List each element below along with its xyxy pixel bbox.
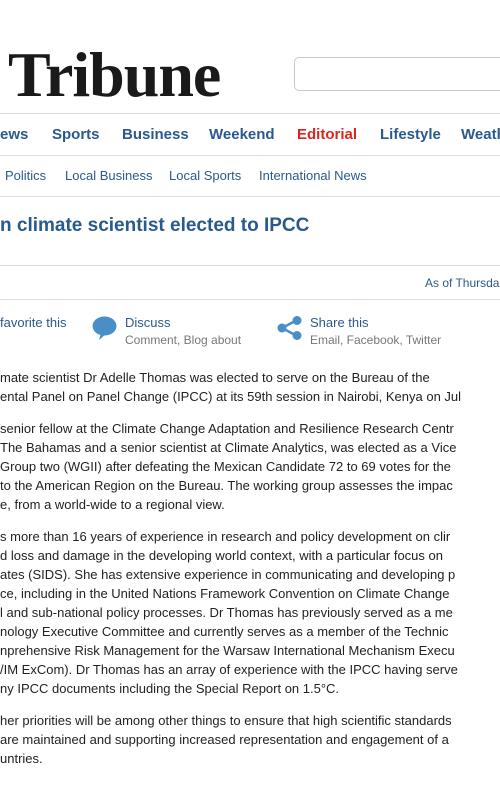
article-headline: n climate scientist elected to IPCC	[0, 215, 310, 236]
article-line: nology Executive Committee and currently…	[0, 624, 449, 639]
article-line: ny IPCC documents including the Special …	[0, 681, 340, 696]
search-input[interactable]	[294, 57, 500, 91]
article-line: mate scientist Dr Adelle Thomas was elec…	[0, 370, 430, 385]
share-label[interactable]: Share this	[310, 315, 441, 331]
share-action[interactable]: Share this Email, Facebook, Twitter	[310, 315, 441, 348]
speech-bubble-icon[interactable]	[92, 316, 117, 340]
masthead-logo[interactable]: Tribune	[8, 40, 221, 110]
article-line: her priorities will be among other thing…	[0, 713, 452, 728]
nav-news[interactable]: ews	[0, 125, 28, 145]
divider	[0, 113, 500, 114]
article-paragraph: senior fellow at the Climate Change Adap…	[0, 419, 500, 514]
favorite-label[interactable]: favorite this	[0, 315, 66, 331]
article-line: l and sub-national policy processes. Dr …	[0, 605, 453, 620]
nav-lifestyle[interactable]: Lifestyle	[380, 125, 441, 145]
article-line: ce, including in the United Nations Fram…	[0, 586, 450, 601]
divider	[0, 265, 500, 266]
article-line: ental Panel on Panel Change (IPCC) at it…	[0, 389, 462, 404]
divider	[0, 196, 500, 197]
article-paragraph: s more than 16 years of experience in re…	[0, 527, 500, 698]
share-icon[interactable]	[277, 316, 303, 340]
nav-business[interactable]: Business	[122, 125, 189, 145]
article-line: nprehensive Risk Management for the Wars…	[0, 643, 455, 658]
favorite-action[interactable]: favorite this	[0, 315, 66, 331]
article-line: are maintained and supporting increased …	[0, 732, 449, 747]
article-line: e, from a world-wide to a regional view.	[0, 497, 225, 512]
subnav-politics[interactable]: Politics	[5, 167, 46, 185]
discuss-action[interactable]: Discuss Comment, Blog about	[125, 315, 241, 348]
divider	[0, 155, 500, 156]
subnav-international-news[interactable]: International News	[259, 167, 367, 185]
article-line: d loss and damage in the developing worl…	[0, 548, 443, 563]
nav-sports[interactable]: Sports	[52, 125, 100, 145]
nav-weather[interactable]: Weath	[461, 125, 500, 145]
article-line: /IM ExCom). Dr Thomas has an array of ex…	[0, 662, 458, 677]
article-date: As of Thursda	[425, 276, 500, 290]
article-paragraph: mate scientist Dr Adelle Thomas was elec…	[0, 368, 500, 406]
article-line: Group two (WGII) after defeating the Mex…	[0, 459, 451, 474]
discuss-label[interactable]: Discuss	[125, 315, 241, 331]
share-sublabel: Email, Facebook, Twitter	[310, 333, 442, 347]
divider	[0, 299, 500, 300]
article-line: s more than 16 years of experience in re…	[0, 529, 451, 544]
nav-weekend[interactable]: Weekend	[209, 125, 275, 145]
article-line: ates (SIDS). She has extensive experienc…	[0, 567, 456, 582]
article-line: The Bahamas and a senior scientist at Cl…	[0, 440, 457, 455]
article-body: mate scientist Dr Adelle Thomas was elec…	[0, 368, 500, 781]
subnav-local-business[interactable]: Local Business	[65, 167, 152, 185]
article-line: to the American Region on the Bureau. Th…	[0, 478, 453, 493]
article-line: untries.	[0, 751, 43, 766]
discuss-sublabel: Comment, Blog about	[125, 333, 242, 347]
subnav-local-sports[interactable]: Local Sports	[169, 167, 241, 185]
article-line: senior fellow at the Climate Change Adap…	[0, 421, 454, 436]
nav-editorial[interactable]: Editorial	[297, 125, 357, 145]
article-paragraph: her priorities will be among other thing…	[0, 711, 500, 768]
